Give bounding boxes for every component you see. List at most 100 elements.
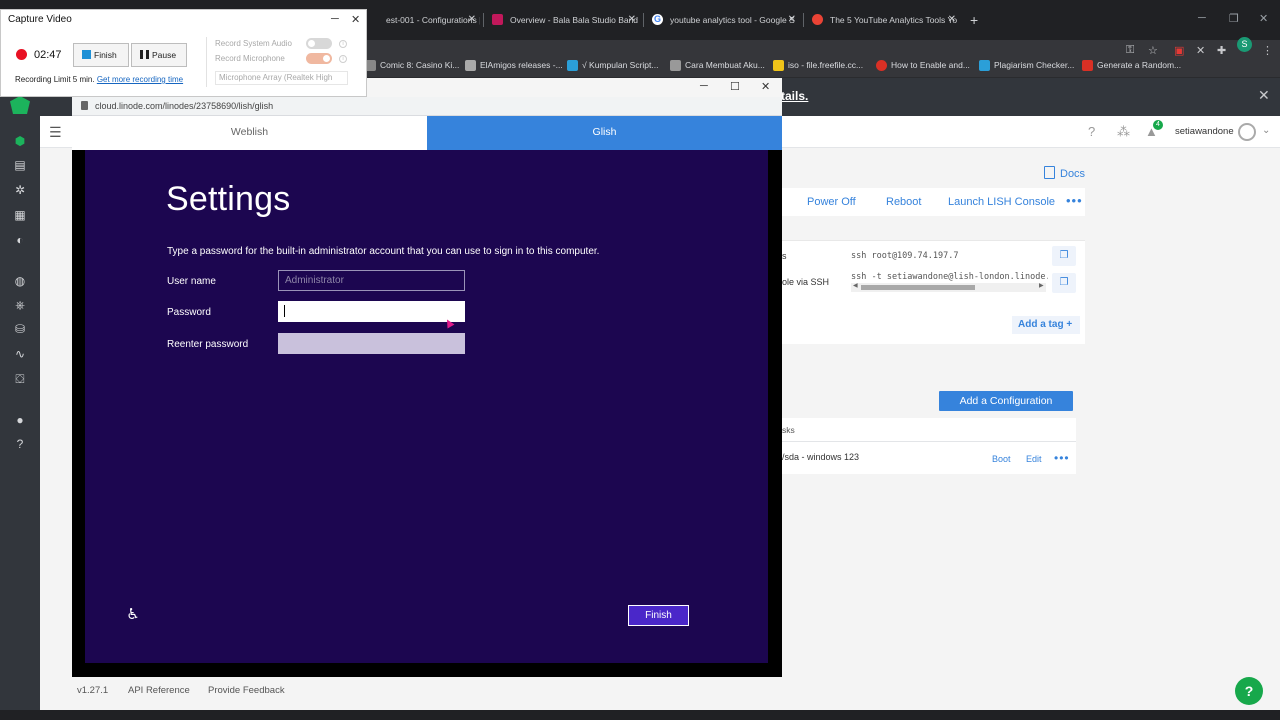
bookmark-item[interactable]: Cara Membuat Aku... bbox=[670, 60, 765, 71]
launch-lish-button[interactable]: Launch LISH Console bbox=[948, 196, 1055, 208]
close-icon[interactable]: ✕ bbox=[1259, 12, 1268, 25]
bookmark-folder[interactable]: iso - file.freefile.cc... bbox=[773, 60, 863, 71]
edit-link[interactable]: Edit bbox=[1026, 454, 1042, 464]
microphone-device-select[interactable]: Microphone Array (Realtek High bbox=[215, 71, 348, 85]
stackscripts-icon[interactable]: ▦ bbox=[12, 207, 28, 223]
community-icon[interactable]: ⁂ bbox=[1117, 124, 1130, 140]
help-circle-icon[interactable]: ? bbox=[1088, 124, 1095, 139]
tab-label: youtube analytics tool - Google S bbox=[670, 15, 795, 25]
linodes-icon[interactable]: ⬢ bbox=[12, 133, 28, 149]
object-storage-icon[interactable]: ⛁ bbox=[12, 321, 28, 337]
reboot-button[interactable]: Reboot bbox=[886, 196, 921, 208]
tab-glish[interactable]: Glish bbox=[427, 116, 782, 150]
lock-icon bbox=[81, 101, 88, 110]
microphone-toggle[interactable] bbox=[306, 53, 332, 64]
provide-feedback-link[interactable]: Provide Feedback bbox=[208, 685, 285, 696]
close-icon[interactable]: ✕ bbox=[1258, 87, 1270, 104]
restore-icon[interactable]: ❐ bbox=[1229, 12, 1239, 25]
boot-link[interactable]: Boot bbox=[992, 454, 1011, 464]
bookmark-item[interactable]: √ Kumpulan Script... bbox=[567, 60, 658, 71]
tab-weblish[interactable]: Weblish bbox=[72, 116, 427, 150]
popup-url[interactable]: cloud.linode.com/linodes/23758690/lish/g… bbox=[95, 101, 273, 111]
close-icon[interactable]: ✕ bbox=[628, 9, 636, 31]
bookmark-item[interactable]: How to Enable and... bbox=[876, 60, 970, 71]
bookmark-favicon-icon bbox=[567, 60, 578, 71]
copy-icon[interactable]: ❐ bbox=[1052, 273, 1076, 293]
close-icon[interactable]: ✕ bbox=[788, 9, 796, 31]
info-icon[interactable]: i bbox=[339, 40, 347, 48]
power-off-button[interactable]: Power Off bbox=[807, 196, 856, 208]
bookmark-favicon-icon bbox=[876, 60, 887, 71]
bookmark-item[interactable]: ElAmigos releases -... bbox=[465, 60, 563, 71]
taskbar-strip bbox=[0, 710, 1280, 720]
system-audio-toggle[interactable] bbox=[306, 38, 332, 49]
user-name[interactable]: setiawandone bbox=[1175, 126, 1234, 137]
help-chat-button[interactable]: ? bbox=[1235, 677, 1263, 705]
reenter-password-label: Reenter password bbox=[167, 339, 249, 350]
kubernetes-icon[interactable]: ⎈ bbox=[12, 297, 28, 313]
username-label: User name bbox=[167, 276, 216, 287]
tab-label: Overview - Bala Bala Studio Band bbox=[510, 15, 639, 25]
bookmark-item[interactable]: Plagiarism Checker... bbox=[979, 60, 1074, 71]
nodebalancers-icon[interactable]: ✲ bbox=[12, 182, 28, 198]
browser-tab-bala-studio[interactable]: Overview - Bala Bala Studio Band ✕ bbox=[484, 9, 640, 31]
domains-icon[interactable]: ◍ bbox=[12, 273, 28, 289]
scrollbar-thumb[interactable] bbox=[861, 285, 975, 290]
copy-icon[interactable]: ❐ bbox=[1052, 246, 1076, 266]
close-icon[interactable]: ✕ bbox=[761, 80, 770, 93]
text-caret bbox=[284, 305, 285, 317]
help-icon[interactable]: ? bbox=[12, 436, 28, 452]
more-actions-icon[interactable]: ••• bbox=[1054, 451, 1070, 465]
table-divider bbox=[782, 441, 1076, 442]
add-configuration-button[interactable]: Add a Configuration bbox=[939, 391, 1073, 411]
browser-tab-linode[interactable]: ✕ est-001 - Configurations | Li bbox=[360, 9, 480, 31]
windows-setup-screen[interactable] bbox=[85, 150, 768, 663]
password-field[interactable] bbox=[278, 301, 465, 322]
bookmark-item[interactable]: Generate a Random... bbox=[1082, 60, 1181, 71]
info-icon[interactable]: i bbox=[339, 55, 347, 63]
browser-tab-google-search[interactable]: G youtube analytics tool - Google S ✕ bbox=[644, 9, 800, 31]
capture-finish-button[interactable]: Finish bbox=[73, 43, 129, 67]
maximize-icon[interactable]: ☐ bbox=[730, 80, 740, 93]
close-icon[interactable]: ✕ bbox=[351, 13, 360, 26]
plus-icon: + bbox=[1066, 319, 1073, 330]
account-icon[interactable]: ● bbox=[12, 412, 28, 428]
scroll-right-icon[interactable]: ▶ bbox=[1039, 282, 1044, 289]
hamburger-menu-icon[interactable]: ☰ bbox=[49, 124, 62, 141]
horizontal-scrollbar[interactable]: ◀ ▶ bbox=[851, 283, 1046, 292]
chrome-icon bbox=[812, 14, 823, 25]
more-actions-icon[interactable]: ••• bbox=[1066, 193, 1083, 208]
marketplace-icon[interactable]: ⛋ bbox=[12, 371, 28, 387]
close-icon[interactable]: ✕ bbox=[468, 9, 476, 31]
document-icon bbox=[1044, 166, 1055, 179]
chevron-down-icon[interactable]: ⌄ bbox=[1262, 125, 1270, 136]
banner-details-link[interactable]: tails. bbox=[781, 89, 808, 103]
images-icon[interactable]: ◐ bbox=[12, 232, 28, 248]
bookmark-favicon-icon bbox=[979, 60, 990, 71]
browser-tab-youtube-tools[interactable]: The 5 YouTube Analytics Tools Yo ✕ bbox=[804, 9, 960, 31]
lish-access-label: ole via SSH bbox=[782, 277, 830, 287]
profile-avatar[interactable]: S bbox=[1237, 37, 1252, 52]
add-tag-button[interactable]: Add a tag + bbox=[1012, 316, 1080, 334]
scroll-left-icon[interactable]: ◀ bbox=[853, 282, 858, 289]
google-icon: G bbox=[652, 14, 663, 25]
username-field bbox=[278, 270, 465, 291]
finish-button[interactable]: Finish bbox=[628, 605, 689, 626]
volumes-icon[interactable]: ▤ bbox=[12, 157, 28, 173]
minimize-icon[interactable]: ─ bbox=[700, 80, 708, 92]
user-avatar[interactable] bbox=[1238, 123, 1256, 141]
api-reference-link[interactable]: API Reference bbox=[128, 685, 190, 696]
longview-icon[interactable]: ∿ bbox=[12, 346, 28, 362]
bookmark-item[interactable]: Comic 8: Casino Ki... bbox=[365, 60, 459, 71]
capture-pause-button[interactable]: Pause bbox=[131, 43, 187, 67]
bookmark-favicon-icon bbox=[1082, 60, 1093, 71]
bookmark-favicon-icon bbox=[465, 60, 476, 71]
reenter-password-field[interactable] bbox=[278, 333, 465, 354]
ease-of-access-icon[interactable]: ♿ bbox=[124, 606, 142, 624]
minimize-icon[interactable]: ─ bbox=[331, 13, 339, 25]
new-tab-button[interactable]: + bbox=[970, 12, 978, 28]
get-more-time-link[interactable]: Get more recording time bbox=[97, 75, 183, 84]
docs-link[interactable]: Docs bbox=[1044, 166, 1085, 180]
minimize-icon[interactable]: ─ bbox=[1198, 12, 1206, 24]
close-icon[interactable]: ✕ bbox=[948, 9, 956, 31]
